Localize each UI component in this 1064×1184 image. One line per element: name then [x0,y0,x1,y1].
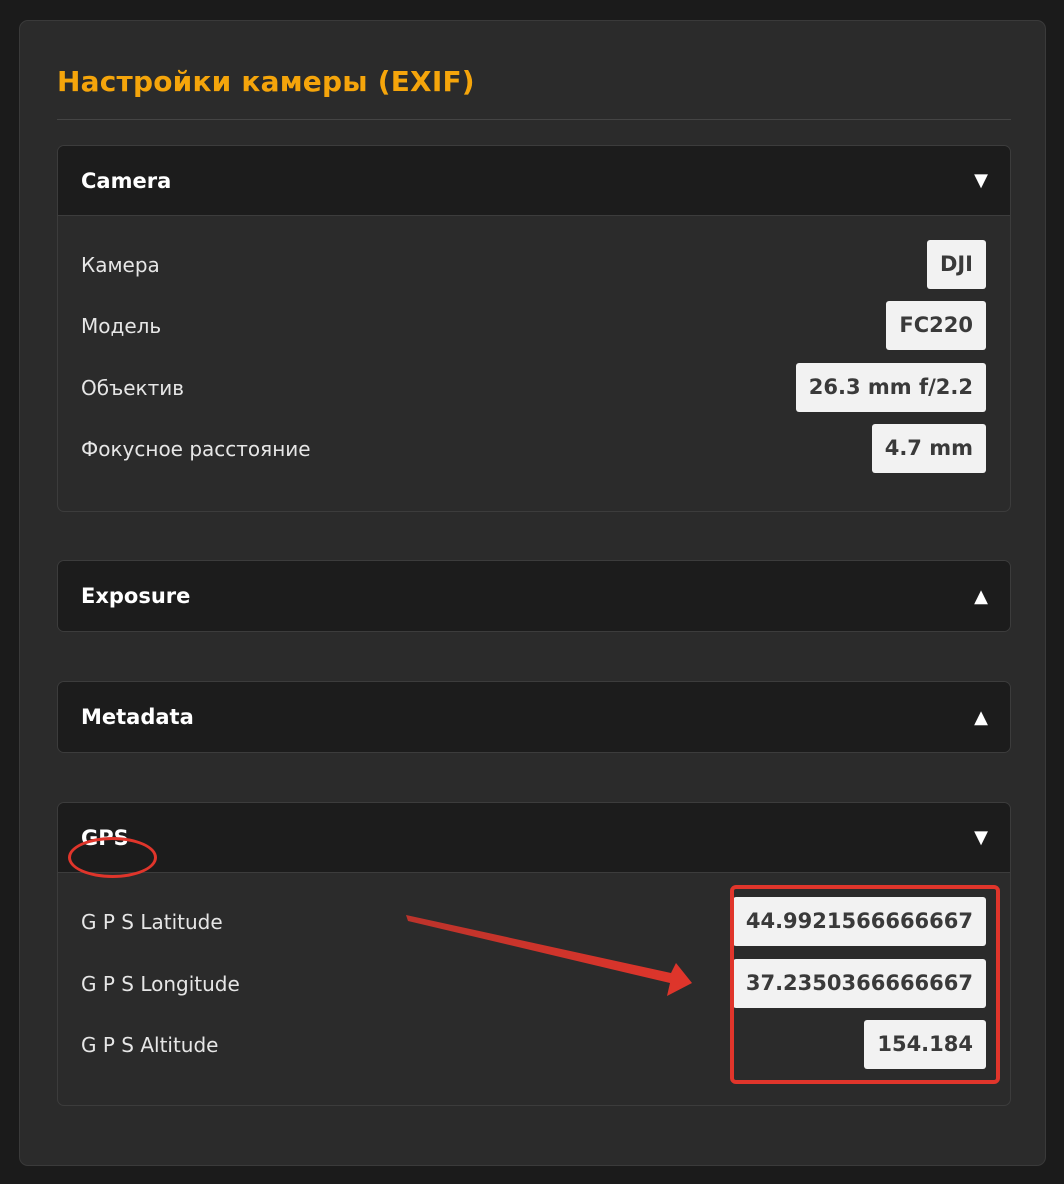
exif-panel: Настройки камеры (EXIF) Camera ▼ Камера … [19,20,1046,1166]
annotation-arrow-icon [406,915,692,996]
